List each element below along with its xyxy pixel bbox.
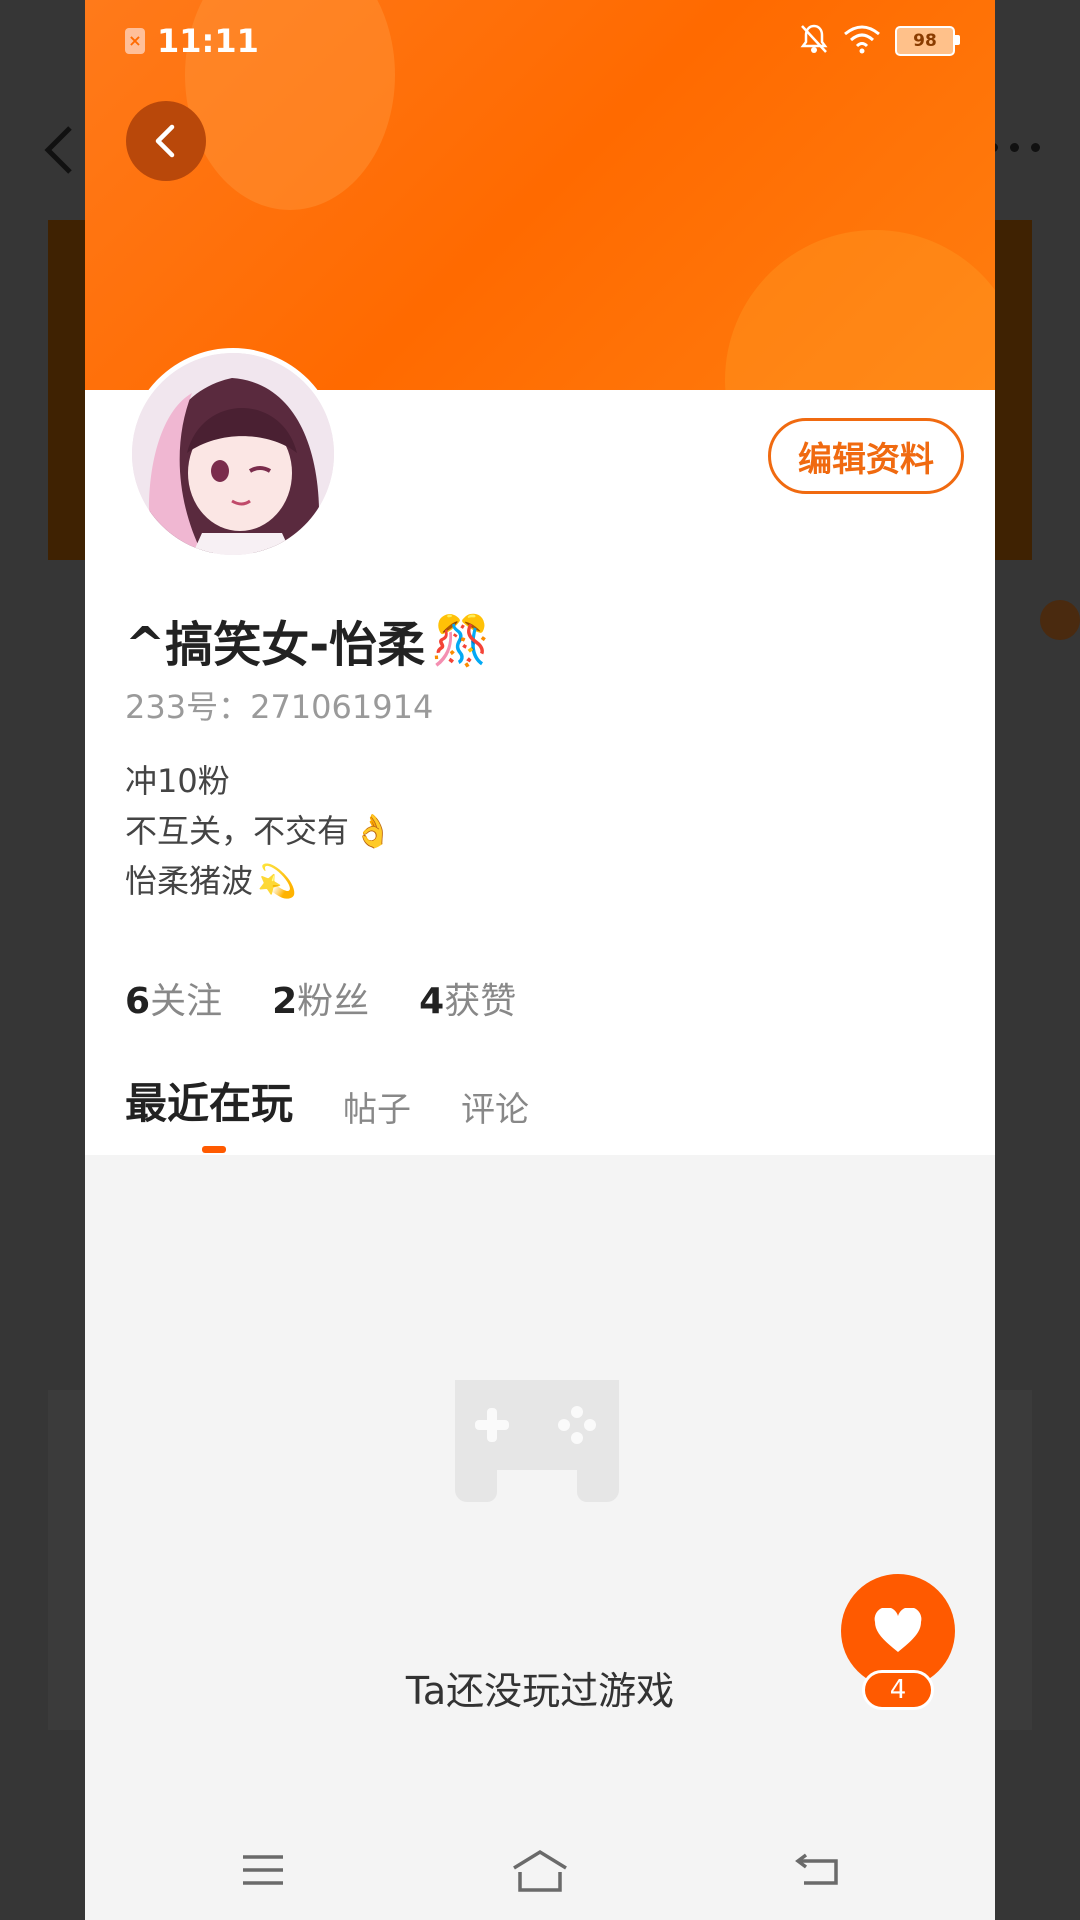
home-icon[interactable] — [510, 1840, 570, 1900]
background-circle — [1040, 600, 1080, 640]
heart-icon — [874, 1608, 922, 1652]
back-button[interactable] — [126, 101, 206, 181]
profile-bio: 冲10粉 不互关，不交有 👌 怡柔猪波 💫 — [125, 756, 393, 906]
stat-followers[interactable]: 2粉丝 — [272, 972, 369, 1024]
gamepad-icon — [447, 1370, 627, 1510]
tab-comments[interactable]: 评论 — [461, 1082, 529, 1131]
ok-hand-emoji: 👌 — [353, 812, 393, 850]
bell-muted-icon — [799, 23, 829, 59]
battery-icon: 98 — [895, 26, 960, 56]
profile-name: ^搞笑女-怡柔 🎊 — [125, 605, 491, 675]
sim-card-icon: × — [125, 28, 145, 54]
profile-name-text: ^搞笑女-怡柔 — [125, 617, 426, 673]
avatar[interactable] — [127, 348, 339, 560]
bio-line: 怡柔猪波 💫 — [125, 856, 393, 906]
tab-recently-played[interactable]: 最近在玩 — [125, 1070, 293, 1131]
status-time: 11:11 — [157, 22, 259, 60]
like-count-badge: 4 — [862, 1670, 934, 1710]
background-back-icon — [40, 120, 80, 180]
profile-modal: × 11:11 98 编辑资料 ^搞笑女-怡柔 🎊 233号：271061914… — [85, 0, 995, 1920]
system-navbar — [85, 1820, 995, 1920]
dizzy-emoji: 💫 — [257, 862, 297, 900]
back-icon[interactable] — [787, 1840, 847, 1900]
edit-profile-button[interactable]: 编辑资料 — [768, 418, 964, 494]
party-popper-emoji: 🎊 — [431, 612, 491, 669]
tab-indicator — [202, 1146, 226, 1153]
profile-tabs: 最近在玩 帖子 评论 — [125, 1070, 529, 1131]
menu-icon[interactable] — [233, 1840, 293, 1900]
chevron-left-icon — [155, 124, 175, 158]
tab-posts[interactable]: 帖子 — [343, 1082, 411, 1131]
wifi-icon — [843, 24, 881, 58]
profile-stats: 6关注 2粉丝 4获赞 — [125, 972, 516, 1024]
stat-following[interactable]: 6关注 — [125, 972, 222, 1024]
status-bar: × 11:11 98 — [85, 0, 995, 80]
stat-likes[interactable]: 4获赞 — [419, 972, 516, 1024]
bio-line: 冲10粉 — [125, 762, 230, 800]
bio-line: 不互关，不交有 👌 — [125, 806, 393, 856]
profile-uid: 233号：271061914 — [125, 688, 434, 726]
